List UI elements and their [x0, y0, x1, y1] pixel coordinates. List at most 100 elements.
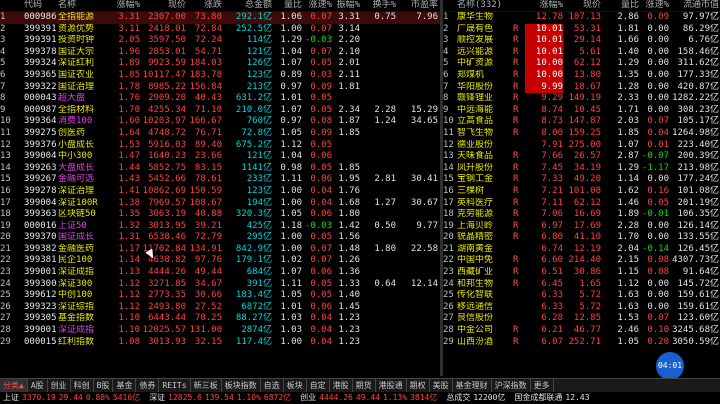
table-row[interactable]: 9 中远海能 R 8.74 10.45 1.71 0.00 308.23亿 [443, 105, 720, 117]
table-row[interactable]: 18 克劳能源 R 7.06 16.69 1.89 -0.01 106.35亿 [443, 209, 720, 221]
clock-widget[interactable]: 04:01 [656, 352, 684, 380]
table-row[interactable]: 24 399300 深证300 1.12 3271.85 34.67 391亿 1.11 0.0… [0, 279, 440, 291]
market-tab[interactable]: 创业 [48, 379, 71, 392]
market-tab[interactable]: 板块指数 [222, 379, 261, 392]
table-row[interactable]: 18 399363 区块链50 1.35 3063.19 40.88 320.3亿 1.05 0… [0, 209, 440, 221]
market-tab[interactable]: 美股 [430, 379, 453, 392]
column-header[interactable]: 涨幅% [106, 0, 140, 11]
table-row[interactable]: 10 立高食品 R 8.73 147.87 2.03 0.07 105.17亿 [443, 116, 720, 128]
column-header[interactable]: 代码 [24, 0, 60, 11]
column-header[interactable]: 换手% [360, 0, 396, 11]
market-tab[interactable]: 港股 [330, 379, 353, 392]
column-header[interactable]: 现价 [563, 0, 601, 11]
market-tab[interactable]: 自定 [307, 379, 330, 392]
table-row[interactable]: 27 399305 基金指数 1.10 6443.44 70.25 88.27亿 1.03 0.… [0, 313, 440, 325]
table-row[interactable]: 21 湖南黄金 6.74 12.19 2.04 -0.14 126.45亿 [443, 244, 720, 256]
table-row[interactable]: 7 399322 国证治理 1.78 8985.22 156.84 213亿 0.97 0.09… [0, 82, 440, 94]
status-item[interactable]: 创业 4444.26 49.44 1.13% 3814亿 [297, 392, 443, 404]
table-row[interactable]: 9 000987 全指材料 1.70 4255.34 71.10 210.0亿 1.07 0.0… [0, 105, 440, 117]
table-row[interactable]: 5 中矿资源 R 10.00 62.12 1.29 0.00 311.62亿 [443, 58, 720, 70]
table-row[interactable]: 23 西藏矿业 R 6.51 30.86 1.15 0.08 91.64亿 [443, 267, 720, 279]
table-row[interactable]: 4 远兴能源 R 10.01 5.61 1.40 0.00 158.46亿 [443, 46, 720, 59]
table-row[interactable]: 19 上海贝岭 R 6.97 17.69 2.28 0.00 126.14亿 [443, 221, 720, 233]
status-item[interactable]: 国金成都联通 12.43 [511, 392, 595, 404]
table-row[interactable]: 22 中国中免 R 6.60 214.40 2.15 0.08 4307.73亿 [443, 255, 720, 267]
table-row[interactable]: 13 399004 中小300 1.47 1640.23 23.66 121亿 1.04 0.0… [0, 151, 440, 163]
column-header[interactable]: 现价 [140, 0, 186, 11]
table-row[interactable]: 2 399391 资源优势 3.11 2418.01 72.84 252.5亿 1.00 0.0… [0, 24, 440, 36]
table-row[interactable]: 14 399263 大盘成长 1.44 5852.75 83.15 1141亿 0.98 0.0… [0, 163, 440, 175]
table-row[interactable]: 12 德业股份 7.91 275.00 1.07 0.01 223.40亿 [443, 140, 720, 152]
table-row[interactable]: 6 399365 国证农业 1.85 10117.47 183.78 123亿 0.89 0.0… [0, 70, 440, 82]
column-header[interactable]: 涨速% [639, 0, 669, 11]
column-header[interactable]: 涨速% [302, 0, 332, 11]
column-header[interactable]: 涨跌 [186, 0, 222, 11]
market-tab[interactable]: 基金 [113, 379, 137, 392]
table-row[interactable]: 5 399324 深证红利 1.89 9923.59 184.03 126亿 1.07 0.05… [0, 58, 440, 70]
table-row[interactable]: 1 康华生物 12.78 107.13 2.86 0.09 97.97亿 [443, 12, 720, 24]
table-row[interactable]: 3 顺控发展 R 10.01 29.14 1.66 0.00 6.76亿 [443, 35, 720, 47]
table-row[interactable]: 29 山西汾酒 R 6.07 252.71 1.05 0.20 3050.59亿 [443, 337, 720, 349]
table-row[interactable]: 17 399004 深证100R 1.38 7969.57 108.67 194亿 1.00 0… [0, 198, 440, 210]
market-tab[interactable]: 期权 [407, 379, 430, 392]
table-row[interactable]: 20 399370 国证成长 1.31 6538.46 72.79 295亿 1.00 0.05… [0, 232, 440, 244]
table-row[interactable]: 25 399612 中创100 1.12 2773.35 30.66 183.4亿 1.05 0… [0, 290, 440, 302]
table-row[interactable]: 16 399278 深证治理 1.41 10862.69 150.59 123亿 1.00 0.… [0, 186, 440, 198]
table-row[interactable]: 15 宝钢工金 R 7.33 49.20 1.14 0.00 177.24亿 [443, 174, 720, 186]
market-tab[interactable]: REITs [159, 379, 191, 392]
table-row[interactable]: 19 000016 上证50 1.32 3013.95 39.21 425亿 1.18 -0.0… [0, 221, 440, 233]
market-tab[interactable]: 债券 [136, 379, 160, 392]
column-header[interactable]: 总金额 [222, 0, 272, 11]
table-row[interactable]: 15 399267 金融可选 1.43 5452.66 78.61 233亿 1.11 0.06… [0, 174, 440, 186]
table-row[interactable]: 13 天味食品 R 7.66 26.57 2.87 -0.07 200.39亿 [443, 151, 720, 163]
table-row[interactable]: 25 传化智联 6.33 5.72 1.63 0.00 159.61亿 [443, 290, 720, 302]
table-row[interactable]: 28 399001 深证成指 1.10 12025.57 131.00 2874亿 1.03 0… [0, 325, 440, 337]
table-row[interactable]: 27 良信股份 6.28 12.85 1.53 0.07 123.60亿 [443, 313, 720, 325]
table-row[interactable]: 14 凤升股份 R 7.45 34.19 1.29 -1.17 213.98亿 [443, 163, 720, 175]
status-item[interactable]: 上证 3370.19 29.44 0.88% 5416亿 [0, 392, 146, 404]
table-row[interactable]: 11 智飞生物 R 8.00 159.25 1.85 0.04 1264.98亿 [443, 128, 720, 140]
status-item[interactable]: 总成交 12200亿 [443, 392, 511, 404]
column-header[interactable]: 量比 [601, 0, 639, 11]
table-row[interactable]: 6 郑煤机 R 10.00 13.80 1.35 0.00 177.33亿 [443, 69, 720, 82]
table-row[interactable]: 28 中金公司 R 6.21 46.77 2.46 0.10 3245.68亿 [443, 325, 720, 337]
table-row[interactable]: 11 399275 创医药 1.64 4748.72 76.71 72.8亿 1.05 0.09… [0, 128, 440, 140]
market-tab[interactable]: 更多 [531, 379, 554, 392]
table-row[interactable]: 23 399001 深证成指 1.13 4444.26 49.44 684亿 1.07 0.06… [0, 267, 440, 279]
table-row[interactable]: 29 000015 红利指数 1.08 3013.93 32.15 117.4亿 1.00 0.… [0, 337, 440, 349]
table-row[interactable]: 26 移远通信 6.33 5.72 1.63 0.00 159.61亿 [443, 302, 720, 314]
market-tab[interactable]: A股 [28, 379, 48, 392]
table-row[interactable]: 8 赣锋锂业 R 9.29 149.19 2.33 0.00 1282.22亿 [443, 93, 720, 105]
status-item[interactable]: 深证 12825.6 139.54 1.10% 6872亿 [146, 392, 297, 404]
table-row[interactable]: 10 399364 消费100 1.60 10203.97 166.67 760亿 0.97 0… [0, 116, 440, 128]
market-tab[interactable]: 期货 [353, 379, 376, 392]
column-header[interactable]: 涨幅% [525, 0, 563, 11]
table-row[interactable]: 24 和邦生物 R 6.45 1.65 1.12 0.00 145.72亿 [443, 279, 720, 291]
table-row[interactable]: 22 399381 民企100 1.14 4638.82 97.76 179.1亿 1.02 0… [0, 255, 440, 267]
market-tab[interactable]: 自选 [261, 379, 284, 392]
market-tab[interactable]: 板块 [284, 379, 307, 392]
table-row[interactable]: 16 三棵树 R 7.21 101.08 1.62 0.16 101.08亿 [443, 186, 720, 198]
market-tab[interactable]: 基金理财 [453, 379, 492, 392]
table-row[interactable]: 21 399382 金融医药 1.17 11702.84 134.91 842.9亿 1.00… [0, 244, 440, 256]
market-tab[interactable]: 新三板 [191, 379, 222, 392]
table-row[interactable]: 8 000043 超大盘 1.76 2909.20 40.43 631.2亿 1.01 0.05 [0, 93, 440, 105]
column-header[interactable]: 名称(332) [457, 0, 513, 11]
market-tab[interactable]: 港股通 [376, 379, 407, 392]
table-row[interactable]: 7 华阳股份 R 9.99 18.67 1.28 0.00 420.87亿 [443, 81, 720, 94]
table-row[interactable]: 2 广晟有色 R 10.01 53.31 1.81 0.00 86.29亿 [443, 23, 720, 36]
market-tab[interactable]: B股 [94, 379, 114, 392]
column-header[interactable]: 量比 [272, 0, 302, 11]
table-row[interactable]: 3 399391 投资时钟 2.05 3597.50 72.24 114亿 1.29 -0.03… [0, 35, 440, 47]
table-row[interactable]: 20 锐晶精密 R 6.80 41.10 1.70 0.00 133.55亿 [443, 232, 720, 244]
table-row[interactable]: 17 英科医疗 R 7.11 62.12 1.46 0.05 201.19亿 [443, 198, 720, 210]
column-header[interactable]: 流通市值 [669, 0, 719, 11]
column-header[interactable]: 市盈率 [396, 0, 438, 11]
column-header[interactable]: 振幅% [332, 0, 360, 11]
market-tab[interactable]: 沪深指数 [492, 379, 531, 392]
table-row[interactable]: 26 399323 深证综指 1.12 2493.80 27.52 6872亿 1.01 0.0… [0, 302, 440, 314]
table-row[interactable]: 12 399376 小盘成长 1.53 5916.03 89.40 675.2亿 1.12 0.… [0, 140, 440, 152]
table-row[interactable]: 1 000986 全指能源 3.31 2307.00 73.80 292.1亿 1.06 0.0… [0, 12, 440, 24]
market-tab[interactable]: 科创 [71, 379, 94, 392]
market-tab[interactable]: 分类▲ [0, 379, 28, 392]
